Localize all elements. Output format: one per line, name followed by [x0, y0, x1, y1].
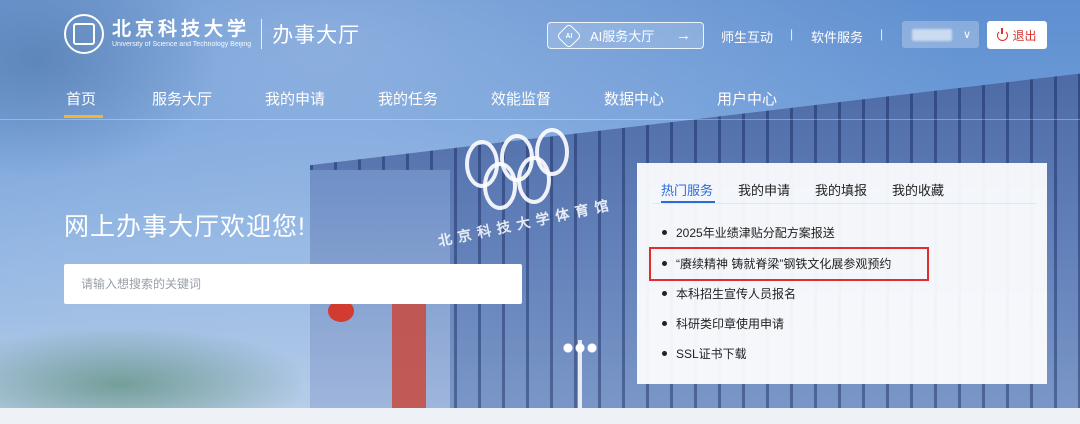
highlight-annotation: [649, 247, 929, 281]
logo-name-en: University of Science and Technology Bei…: [112, 41, 252, 48]
service-item[interactable]: 本科招生宣传人员报名: [662, 285, 796, 302]
power-icon: [997, 27, 1009, 41]
service-item[interactable]: 科研类印章使用申请: [662, 315, 784, 332]
ai-service-hall-button[interactable]: AI AI服务大厅 →: [547, 22, 704, 49]
service-item[interactable]: SSL证书下载: [662, 345, 747, 362]
welcome-heading: 网上办事大厅欢迎您!: [64, 213, 306, 241]
logout-label: 退出: [1012, 28, 1037, 43]
red-banner: [392, 300, 426, 408]
nav-efficiency-supervision[interactable]: 效能监督: [491, 88, 551, 109]
tab-my-favorites[interactable]: 我的收藏: [892, 180, 944, 199]
service-item-label: 2025年业绩津贴分配方案报送: [676, 226, 835, 240]
ai-button-label: AI服务大厅: [590, 29, 655, 44]
service-item-label: 科研类印章使用申请: [676, 317, 785, 331]
university-logo[interactable]: 北京科技大学 University of Science and Technol…: [64, 13, 360, 55]
nav-active-indicator: [64, 115, 103, 118]
system-title: 办事大厅: [272, 24, 361, 47]
tab-divider: [652, 203, 1037, 204]
tab-my-submissions[interactable]: 我的填报: [815, 180, 867, 199]
tab-hot-services[interactable]: 热门服务: [661, 180, 713, 199]
blurred-username: [912, 28, 952, 41]
service-item-label: 本科招生宣传人员报名: [676, 287, 797, 301]
search-input[interactable]: [64, 264, 522, 304]
ai-icon: AI: [556, 22, 582, 49]
bullet-icon: [662, 230, 667, 235]
arrow-right-icon: →: [676, 27, 691, 44]
link-software-service[interactable]: 软件服务: [811, 27, 863, 46]
logo-name-cn: 北京科技大学: [112, 18, 251, 40]
tab-active-indicator: [661, 201, 715, 203]
logo-text: 北京科技大学 University of Science and Technol…: [112, 18, 251, 50]
nav-divider: [0, 119, 1080, 120]
tree-foliage-bottom: [0, 330, 300, 408]
tab-my-applications[interactable]: 我的申请: [738, 180, 790, 199]
olympic-rings-icon: [465, 128, 569, 210]
bullet-icon: [662, 321, 667, 326]
nav-data-center[interactable]: 数据中心: [604, 88, 664, 109]
nav-user-center[interactable]: 用户中心: [717, 88, 777, 109]
nav-service-hall[interactable]: 服务大厅: [152, 88, 212, 109]
separator: |: [880, 27, 884, 41]
service-item[interactable]: 2025年业绩津贴分配方案报送: [662, 224, 835, 241]
separator: |: [790, 27, 794, 41]
nav-my-applications[interactable]: 我的申请: [265, 88, 325, 109]
user-menu[interactable]: ∨: [902, 21, 979, 48]
nav-my-tasks[interactable]: 我的任务: [378, 88, 438, 109]
seal-logo-icon: [64, 14, 104, 54]
logout-button[interactable]: 退出: [987, 21, 1047, 49]
logo-divider: [261, 19, 263, 49]
link-teacher-student[interactable]: 师生互动: [721, 27, 773, 46]
nav-home[interactable]: 首页: [66, 88, 96, 109]
bullet-icon: [662, 291, 667, 296]
service-item-label: SSL证书下载: [676, 347, 747, 361]
chevron-down-icon: ∨: [962, 29, 971, 41]
street-lamp-head: [562, 342, 598, 354]
services-panel: 热门服务 我的申请 我的填报 我的收藏 2025年业绩津贴分配方案报送 “赓续精…: [637, 163, 1047, 384]
bullet-icon: [662, 351, 667, 356]
page-bottom: [0, 408, 1080, 424]
